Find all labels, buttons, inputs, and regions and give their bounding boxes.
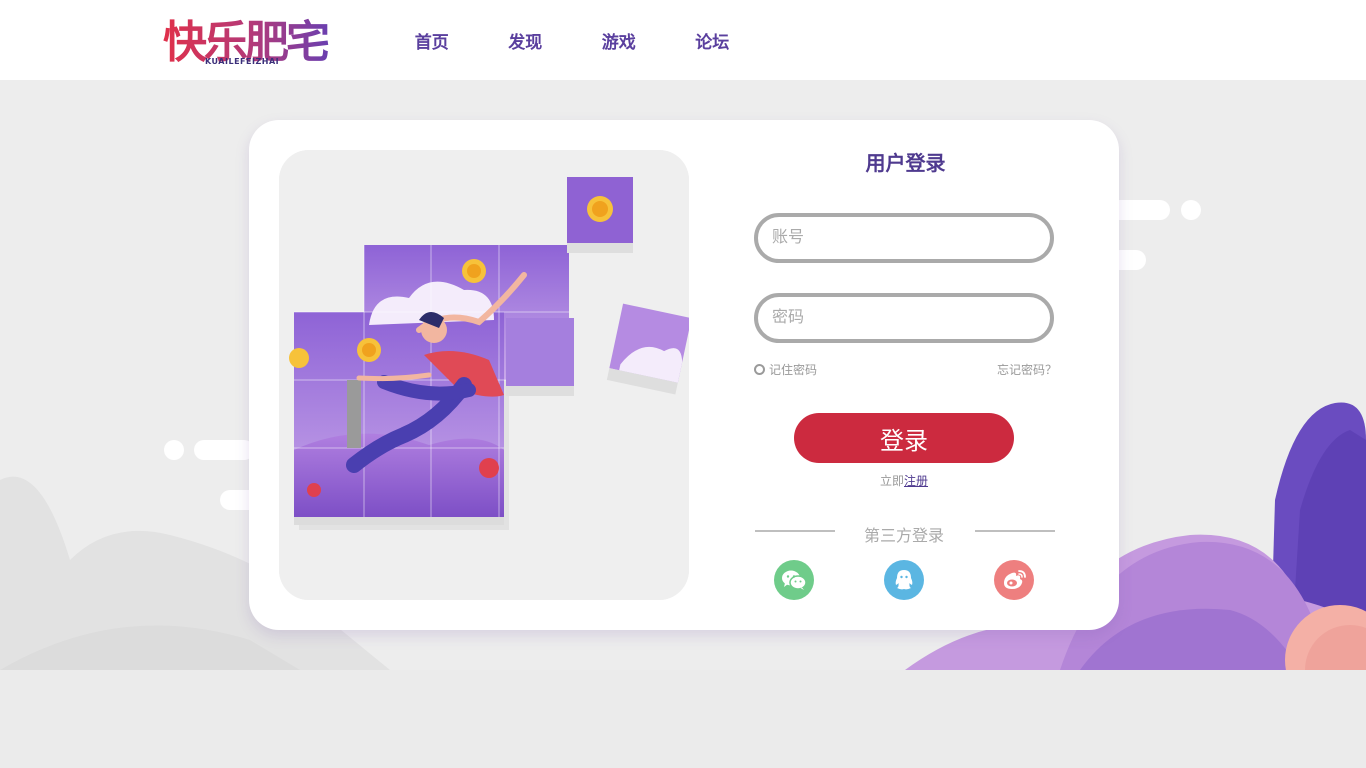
divider-right [975,530,1055,532]
login-button[interactable]: 登录 [794,413,1014,463]
nav-item-games[interactable]: 游戏 [572,28,666,53]
forgot-password-link[interactable]: 忘记密码？ [997,361,1057,378]
site-logo[interactable]: 快乐肥宅 KUAILEFEIZHAI [163,13,345,73]
register-link[interactable]: 注册 [904,474,928,488]
register-prefix: 立即 [879,474,904,488]
nav-item-home[interactable]: 首页 [385,28,479,53]
wechat-icon [782,570,807,590]
qq-icon [895,570,913,590]
puzzle-illustration [279,150,689,600]
svg-text:KUAILEFEIZHAI: KUAILEFEIZHAI [205,57,279,66]
login-card: 用户登录 记住密码 忘记密码？ 登录 立即注册 第三方登录 [249,120,1119,630]
illustration-image [279,150,689,600]
login-title: 用户登录 [865,153,946,175]
radio-circle-icon[interactable] [754,364,765,375]
weibo-login-button[interactable] [994,560,1034,600]
nav-item-discover[interactable]: 发现 [479,28,573,53]
remember-password-toggle[interactable]: 记住密码 [754,361,817,378]
weibo-icon [1004,570,1026,589]
logo-graphic: 快乐肥宅 KUAILEFEIZHAI [163,17,332,68]
account-input[interactable] [754,213,1054,263]
wechat-login-button[interactable] [774,560,814,600]
main-nav: 首页 发现 游戏 论坛 [385,0,759,80]
password-input[interactable] [754,293,1054,343]
divider-left [755,530,835,532]
remember-password-label: 记住密码 [769,363,818,377]
qq-login-button[interactable] [884,560,924,600]
register-prompt: 立即注册 [864,472,944,489]
third-party-login-label: 第三方登录 [863,528,944,545]
top-header: 快乐肥宅 KUAILEFEIZHAI 首页 发现 游戏 论坛 [0,0,1366,80]
nav-item-forum[interactable]: 论坛 [666,28,760,53]
